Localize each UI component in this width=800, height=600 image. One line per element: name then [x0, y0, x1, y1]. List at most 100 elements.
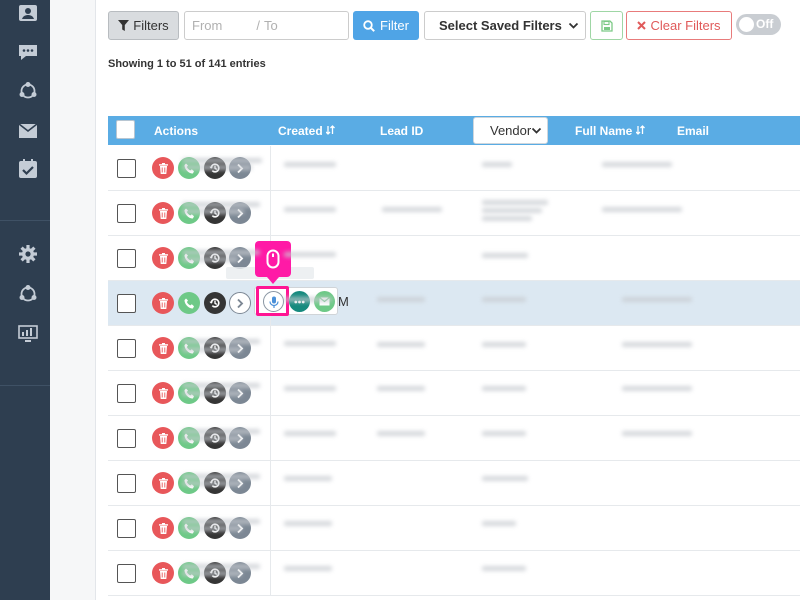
row-checkbox[interactable] [117, 564, 136, 583]
row-checkbox[interactable] [117, 249, 136, 268]
apply-filter-label: Filter [380, 18, 409, 33]
trash-icon [158, 567, 168, 579]
redacted-cell-content [482, 342, 526, 347]
sort-icon [325, 125, 335, 135]
floppy-disk-icon [600, 19, 613, 32]
column-email[interactable]: Email [677, 124, 709, 138]
redacted-cell-content [482, 476, 528, 481]
redacted-cell-content [284, 297, 332, 302]
redacted-cell-content [284, 431, 336, 436]
redacted-cell-content [182, 526, 242, 531]
redacted-cell-content [182, 519, 260, 524]
redacted-cell-content [284, 207, 336, 212]
save-filter-button[interactable] [590, 11, 623, 40]
chat-icon[interactable] [17, 41, 39, 63]
row-divider [270, 551, 271, 595]
indicator-pointer [267, 277, 279, 284]
row-checkbox[interactable] [117, 339, 136, 358]
content-gutter [50, 0, 96, 600]
row-divider [270, 371, 271, 415]
redacted-cell-content [482, 162, 512, 167]
redacted-cell-content [182, 209, 244, 214]
column-full-name[interactable]: Full Name [575, 124, 645, 138]
integrations-network-icon[interactable] [17, 283, 39, 305]
delete-button[interactable] [152, 427, 174, 449]
toggle-switch[interactable]: Off [736, 14, 781, 35]
row-checkbox[interactable] [117, 159, 136, 178]
delete-button[interactable] [152, 247, 174, 269]
redacted-cell-content [622, 386, 692, 391]
delete-button[interactable] [152, 562, 174, 584]
settings-gear-icon[interactable] [17, 243, 39, 265]
redacted-cell-content [482, 386, 526, 391]
date-range-input[interactable]: From / To [184, 11, 349, 40]
mail-icon[interactable] [17, 120, 39, 142]
mouse-icon [266, 249, 280, 269]
row-checkbox[interactable] [117, 384, 136, 403]
trash-icon [158, 522, 168, 534]
row-checkbox[interactable] [117, 474, 136, 493]
redacted-cell-content [284, 341, 336, 346]
delete-button[interactable] [152, 292, 174, 314]
redacted-cell-content [377, 386, 425, 391]
redacted-cell-content [602, 207, 682, 212]
redacted-cell-content [482, 566, 526, 571]
redacted-cell-content [482, 216, 532, 221]
redacted-cell-content [182, 564, 260, 569]
trash-icon [158, 477, 168, 489]
row-divider [270, 146, 271, 190]
filters-button[interactable]: Filters [108, 11, 179, 40]
redacted-cell-content [182, 158, 262, 163]
row-checkbox[interactable] [117, 519, 136, 538]
history-button[interactable] [204, 292, 226, 314]
chevron-down-icon [531, 127, 542, 134]
toggle-knob [739, 17, 754, 32]
sidebar-divider [0, 220, 50, 221]
row-checkbox[interactable] [117, 294, 136, 313]
delete-button[interactable] [152, 517, 174, 539]
entries-total: 141 [208, 58, 227, 70]
redacted-cell-content [182, 347, 242, 352]
delete-button[interactable] [152, 472, 174, 494]
delete-button[interactable] [152, 157, 174, 179]
entries-prefix: Showing 1 to 51 of [108, 58, 206, 70]
column-lead-id[interactable]: Lead ID [380, 124, 423, 138]
row-checkbox[interactable] [117, 204, 136, 223]
redacted-cell-content [182, 571, 242, 576]
redacted-cell-content [182, 436, 242, 441]
redacted-cell-content [182, 165, 252, 170]
vendor-filter-select[interactable]: Vendor [473, 117, 548, 144]
redacted-cell-content [284, 476, 332, 481]
tasks-check-icon[interactable] [17, 158, 39, 180]
row-checkbox[interactable] [117, 429, 136, 448]
apply-filter-button[interactable]: Filter [353, 11, 419, 40]
redacted-cell-content [284, 566, 332, 571]
delete-button[interactable] [152, 382, 174, 404]
delete-button[interactable] [152, 337, 174, 359]
more-actions-button[interactable] [229, 292, 251, 314]
trash-icon [158, 387, 168, 399]
chevron-right-icon [237, 298, 244, 308]
redacted-cell-content [482, 253, 528, 258]
redacted-cell-content [182, 391, 242, 396]
redacted-cell-content [284, 252, 336, 257]
delete-button[interactable] [152, 202, 174, 224]
select-all-checkbox[interactable] [116, 120, 135, 139]
redacted-cell-content [182, 202, 260, 207]
redacted-cell-content [482, 208, 542, 213]
filters-button-label: Filters [133, 18, 169, 33]
clear-filters-button[interactable]: Clear Filters [626, 11, 732, 40]
call-button[interactable] [178, 292, 200, 314]
redacted-cell-content [482, 431, 526, 436]
contacts-icon[interactable] [17, 2, 39, 24]
reports-monitor-icon[interactable] [17, 323, 39, 345]
table-row[interactable] [108, 281, 800, 326]
redacted-cell-content [182, 474, 260, 479]
column-created[interactable]: Created [278, 124, 335, 138]
saved-filters-select[interactable]: Select Saved Filters [424, 11, 586, 40]
redacted-cell-content [622, 297, 692, 302]
row-divider [270, 326, 271, 370]
share-network-icon[interactable] [17, 80, 39, 102]
column-full-name-label: Full Name [575, 124, 633, 138]
trash-icon [158, 162, 168, 174]
